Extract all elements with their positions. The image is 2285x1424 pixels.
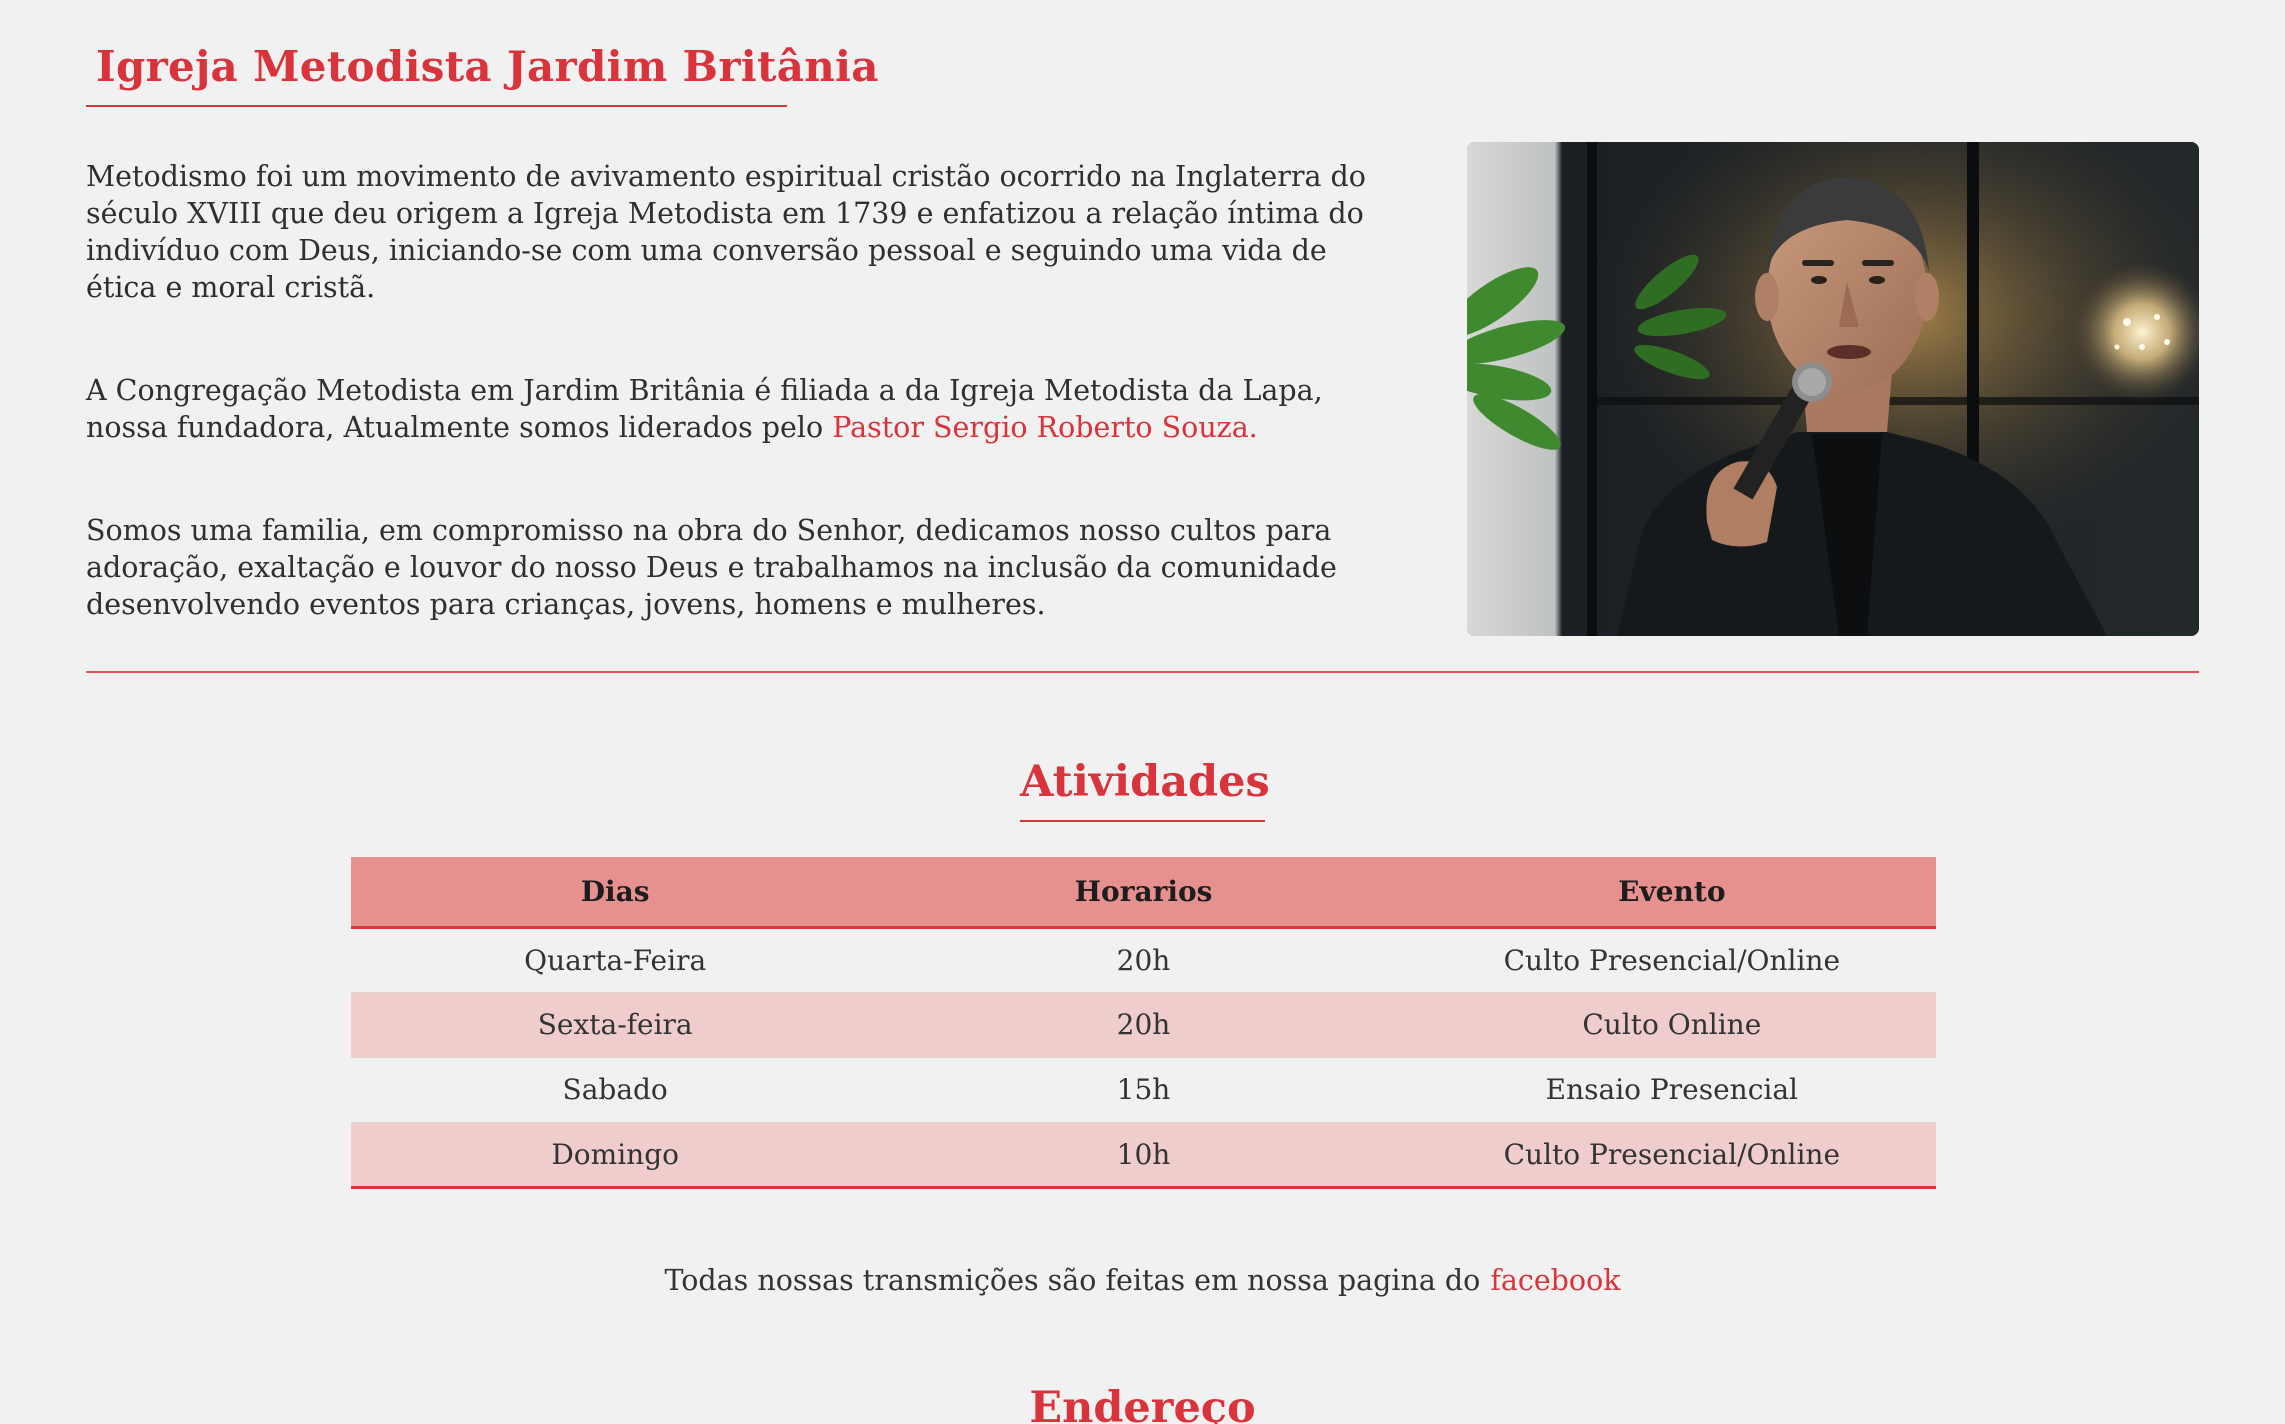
activities-heading: Atividades — [1020, 752, 1270, 822]
table-row: Sexta-feira 20h Culto Online — [351, 992, 1936, 1058]
table-row: Sabado 15h Ensaio Presencial — [351, 1057, 1936, 1123]
column-header-event: Evento — [1407, 857, 1936, 929]
table-cell-event: Ensaio Presencial — [1407, 1057, 1936, 1123]
intro-paragraph-1: Metodismo foi um movimento de avivamento… — [86, 160, 1366, 304]
intro-paragraph-3: Somos uma familia, em compromisso na obr… — [86, 514, 1337, 621]
pastor-photo — [1467, 142, 2199, 636]
pastor-photo-illustration — [1467, 142, 2199, 636]
column-header-times: Horarios — [879, 857, 1408, 929]
intro-paragraph-2: A Congregação Metodista em Jardim Britân… — [86, 372, 1376, 446]
table-cell-event: Culto Online — [1407, 992, 1936, 1058]
section-divider — [86, 671, 2199, 673]
table-row: Domingo 10h Culto Presencial/Online — [351, 1122, 1936, 1189]
table-cell-day: Quarta-Feira — [351, 927, 880, 993]
table-cell-event: Culto Presencial/Online — [1407, 1122, 1936, 1189]
address-heading: Endereço — [1029, 1383, 1256, 1424]
table-cell-day: Sabado — [351, 1057, 880, 1123]
table-row: Quarta-Feira 20h Culto Presencial/Online — [351, 927, 1936, 993]
site-title: Igreja Metodista Jardim Britânia — [86, 30, 879, 107]
activities-table: Dias Horarios Evento Quarta-Feira 20h Cu… — [351, 857, 1936, 1189]
page: Igreja Metodista Jardim Britânia Metodis… — [0, 0, 2285, 1424]
pastor-link[interactable]: Pastor Sergio Roberto Souza. — [832, 411, 1258, 444]
table-cell-day: Domingo — [351, 1122, 880, 1189]
facebook-note-text: Todas nossas transmições são feitas em n… — [664, 1264, 1481, 1297]
table-cell-time: 10h — [879, 1122, 1408, 1189]
table-header-row: Dias Horarios Evento — [351, 857, 1936, 929]
column-header-days: Dias — [351, 857, 880, 929]
table-cell-time: 20h — [879, 992, 1408, 1058]
facebook-note: Todas nossas transmições são feitas em n… — [0, 1263, 2285, 1299]
intro-section: Metodismo foi um movimento de avivamento… — [86, 158, 1376, 623]
table-cell-time: 20h — [879, 927, 1408, 993]
table-cell-day: Sexta-feira — [351, 992, 880, 1058]
table-cell-event: Culto Presencial/Online — [1407, 927, 1936, 993]
table-cell-time: 15h — [879, 1057, 1408, 1123]
facebook-link[interactable]: facebook — [1490, 1264, 1620, 1297]
